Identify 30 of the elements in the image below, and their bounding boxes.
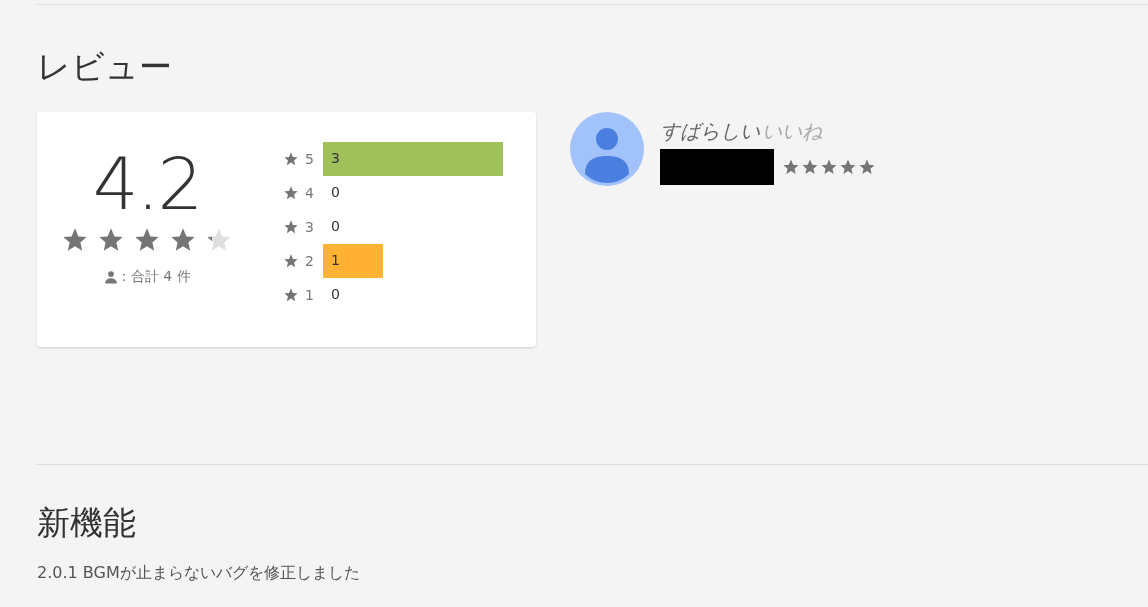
star-icon bbox=[283, 151, 299, 167]
star-icon bbox=[283, 185, 299, 201]
release-note: 2.0.1 BGMが止まらないバグを修正しました bbox=[37, 563, 360, 582]
star-level-label: 4 bbox=[305, 185, 315, 201]
rating-count: 0 bbox=[331, 218, 340, 234]
rating-count: 1 bbox=[331, 252, 340, 268]
total-label: : 合計 4 件 bbox=[121, 268, 191, 286]
section-heading: レビュー bbox=[37, 47, 173, 87]
rating-count: 0 bbox=[331, 184, 340, 200]
star-icon bbox=[283, 253, 299, 269]
rating-bar bbox=[323, 244, 383, 278]
star-level-label: 1 bbox=[305, 287, 315, 303]
star-icon bbox=[820, 158, 838, 176]
star-icon bbox=[283, 219, 299, 235]
review-title: すばらしい bbox=[660, 118, 760, 145]
star-icon bbox=[839, 158, 857, 176]
rating-count: 0 bbox=[331, 286, 340, 302]
review-text: いいね bbox=[762, 118, 822, 145]
average-rating: 4.2 bbox=[92, 142, 202, 226]
avatar-icon bbox=[570, 112, 644, 186]
person-icon bbox=[103, 270, 118, 284]
star-level-label: 3 bbox=[305, 219, 315, 235]
star-icon bbox=[283, 287, 299, 303]
star-level-label: 2 bbox=[305, 253, 315, 269]
section-heading: 新機能 bbox=[37, 503, 137, 543]
star-icon bbox=[801, 158, 819, 176]
star-level-label: 5 bbox=[305, 151, 315, 167]
rating-count: 3 bbox=[331, 150, 340, 166]
star-icon bbox=[782, 158, 800, 176]
star-icon bbox=[858, 158, 876, 176]
